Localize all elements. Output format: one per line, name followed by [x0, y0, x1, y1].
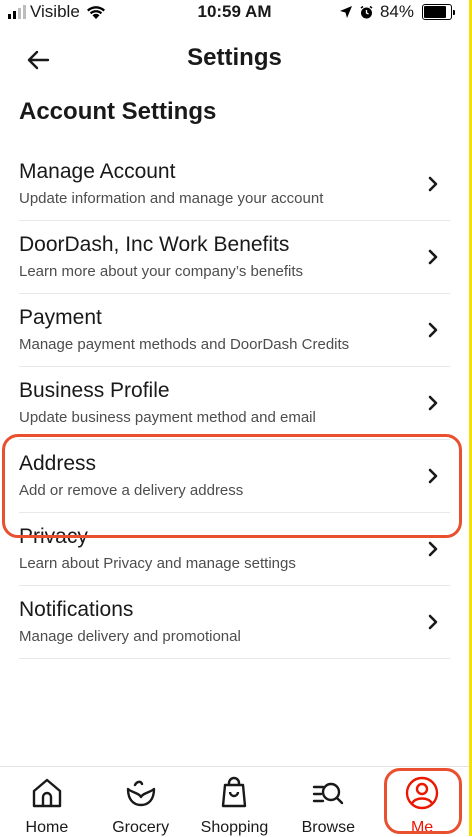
- nav-label: Grocery: [112, 819, 170, 836]
- setting-payment[interactable]: Payment Manage payment methods and DoorD…: [19, 294, 450, 367]
- setting-title: Notifications: [19, 598, 134, 621]
- setting-privacy[interactable]: Privacy Learn about Privacy and manage s…: [19, 513, 450, 586]
- setting-description: Manage payment methods and DoorDash Cred…: [19, 336, 350, 353]
- home-icon: [32, 778, 62, 808]
- location-arrow-icon: [339, 6, 352, 18]
- status-right: 84%: [339, 2, 455, 22]
- setting-title: Manage Account: [19, 160, 176, 183]
- settings-list: Manage Account Update information and ma…: [0, 148, 469, 659]
- setting-title: DoorDash, Inc Work Benefits: [19, 233, 290, 256]
- setting-description: Update business payment method and email: [19, 409, 316, 426]
- setting-description: Add or remove a delivery address: [19, 482, 244, 499]
- chevron-right-icon: [428, 468, 438, 484]
- setting-title: Business Profile: [19, 379, 170, 402]
- setting-title: Address: [19, 452, 97, 475]
- setting-address[interactable]: Address Add or remove a delivery address: [19, 440, 450, 513]
- chevron-right-icon: [428, 249, 438, 265]
- nav-browse[interactable]: Browse: [281, 767, 375, 837]
- setting-manage-account[interactable]: Manage Account Update information and ma…: [19, 148, 450, 221]
- shopping-bag-icon: [222, 776, 247, 808]
- setting-notifications[interactable]: Notifications Manage delivery and promot…: [19, 586, 450, 659]
- account-icon: [405, 776, 439, 810]
- nav-label: Shopping: [200, 819, 269, 836]
- battery-percent: 84%: [379, 2, 414, 21]
- setting-work-benefits[interactable]: DoorDash, Inc Work Benefits Learn more a…: [19, 221, 450, 294]
- setting-description: Manage delivery and promotional: [19, 628, 241, 645]
- setting-description: Learn more about your company’s benefits: [19, 263, 304, 280]
- browse-search-icon: [313, 782, 344, 805]
- setting-description: Update information and manage your accou…: [19, 190, 324, 207]
- nav-label: Browse: [301, 819, 355, 836]
- chevron-right-icon: [428, 541, 438, 557]
- setting-business-profile[interactable]: Business Profile Update business payment…: [19, 367, 450, 440]
- setting-description: Learn about Privacy and manage settings: [19, 555, 296, 572]
- status-bar: Visible 10:59 AM 84%: [0, 0, 469, 24]
- alarm-icon: [360, 5, 373, 18]
- nav-grocery[interactable]: Grocery: [94, 767, 188, 837]
- section-title: Account Settings: [19, 98, 217, 125]
- chevron-right-icon: [428, 176, 438, 192]
- chevron-right-icon: [428, 395, 438, 411]
- nav-shopping[interactable]: Shopping: [188, 767, 282, 837]
- bottom-nav: Home Grocery Shopping Browse Me: [0, 766, 469, 837]
- setting-title: Privacy: [19, 525, 88, 548]
- nav-label: Home: [25, 819, 69, 836]
- nav-me[interactable]: Me: [375, 767, 469, 837]
- chevron-right-icon: [428, 614, 438, 630]
- setting-title: Payment: [19, 306, 102, 329]
- nav-label: Me: [410, 819, 434, 836]
- battery-icon: [422, 4, 455, 20]
- chevron-right-icon: [428, 322, 438, 338]
- grocery-icon: [126, 780, 155, 807]
- nav-home[interactable]: Home: [0, 767, 94, 837]
- header: Settings: [0, 34, 469, 86]
- page-title: Settings: [187, 44, 282, 71]
